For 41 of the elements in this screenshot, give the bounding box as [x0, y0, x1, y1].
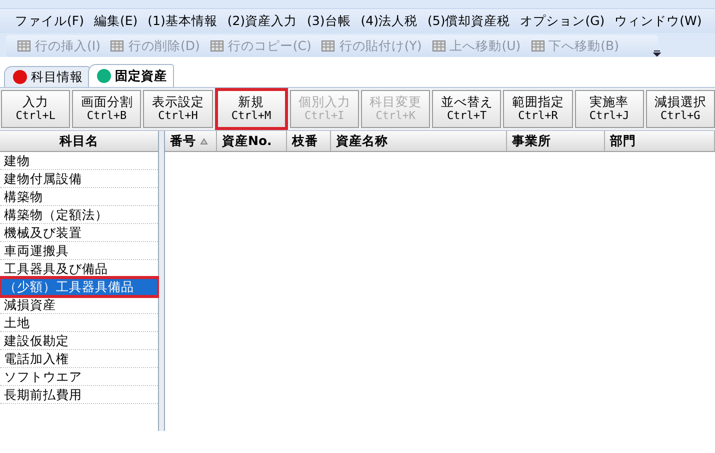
list-item[interactable]: 土地	[0, 314, 158, 332]
menu-item[interactable]: ウィンドウ(W)	[610, 12, 707, 30]
column-header[interactable]: 部門	[605, 131, 715, 151]
list-item[interactable]: 構築物（定額法）	[0, 206, 158, 224]
tab-label: 固定資産	[115, 68, 167, 84]
menu-item[interactable]: 編集(E)	[88, 12, 143, 30]
menu-item[interactable]: (3)台帳	[302, 12, 356, 30]
command-button[interactable]: 範囲指定 Ctrl+R	[503, 90, 573, 128]
menu-item[interactable]: ファイル(F)	[10, 12, 89, 30]
menu-item[interactable]: (1)基本情報	[142, 12, 222, 30]
tab[interactable]: 科目情報	[4, 66, 90, 87]
command-button[interactable]: 表示設定 Ctrl+H	[143, 90, 213, 128]
list-item[interactable]: 減損資産	[0, 296, 158, 314]
command-button[interactable]: 入力 Ctrl+L	[1, 90, 70, 128]
column-header[interactable]: 枝番	[287, 131, 331, 151]
command-button[interactable]: 実施率 Ctrl+J	[574, 90, 644, 128]
tab[interactable]: 固定資産	[88, 64, 174, 87]
menu-item[interactable]: オプション(G)	[515, 12, 610, 30]
command-button[interactable]: 並べ替え Ctrl+T	[432, 90, 502, 128]
list-item[interactable]: 車両運搬具	[0, 242, 158, 260]
list-item[interactable]: 電話加入権	[0, 350, 158, 368]
menu-item[interactable]: (2)資産入力	[222, 12, 302, 30]
list-item[interactable]: 長期前払費用	[0, 386, 158, 404]
column-header[interactable]: 資産名称	[331, 131, 507, 151]
list-item[interactable]: 建物	[0, 152, 158, 170]
menu-item[interactable]: (4)法人税	[356, 12, 422, 30]
column-header[interactable]: 番号	[165, 131, 217, 151]
command-button[interactable]: 減損選択 Ctrl+G	[646, 90, 715, 128]
list-item[interactable]: ソフトウエア	[0, 368, 158, 386]
list-item[interactable]: 建設仮勘定	[0, 332, 158, 350]
command-button[interactable]: 画面分割 Ctrl+B	[72, 90, 142, 128]
list-item[interactable]: （少額）工具器具備品	[0, 278, 158, 296]
column-header: 科目名	[0, 131, 158, 152]
column-header[interactable]: 資産No.	[217, 131, 287, 151]
command-button[interactable]: 新規 Ctrl+M	[216, 90, 286, 128]
column-header[interactable]: 事業所	[507, 131, 605, 151]
tab-label: 科目情報	[31, 68, 83, 86]
menu-item[interactable]: (5)償却資産税	[422, 12, 516, 30]
list-item[interactable]: 機械及び装置	[0, 224, 158, 242]
list-item[interactable]: 構築物	[0, 188, 158, 206]
list-item[interactable]: 建物付属設備	[0, 170, 158, 188]
